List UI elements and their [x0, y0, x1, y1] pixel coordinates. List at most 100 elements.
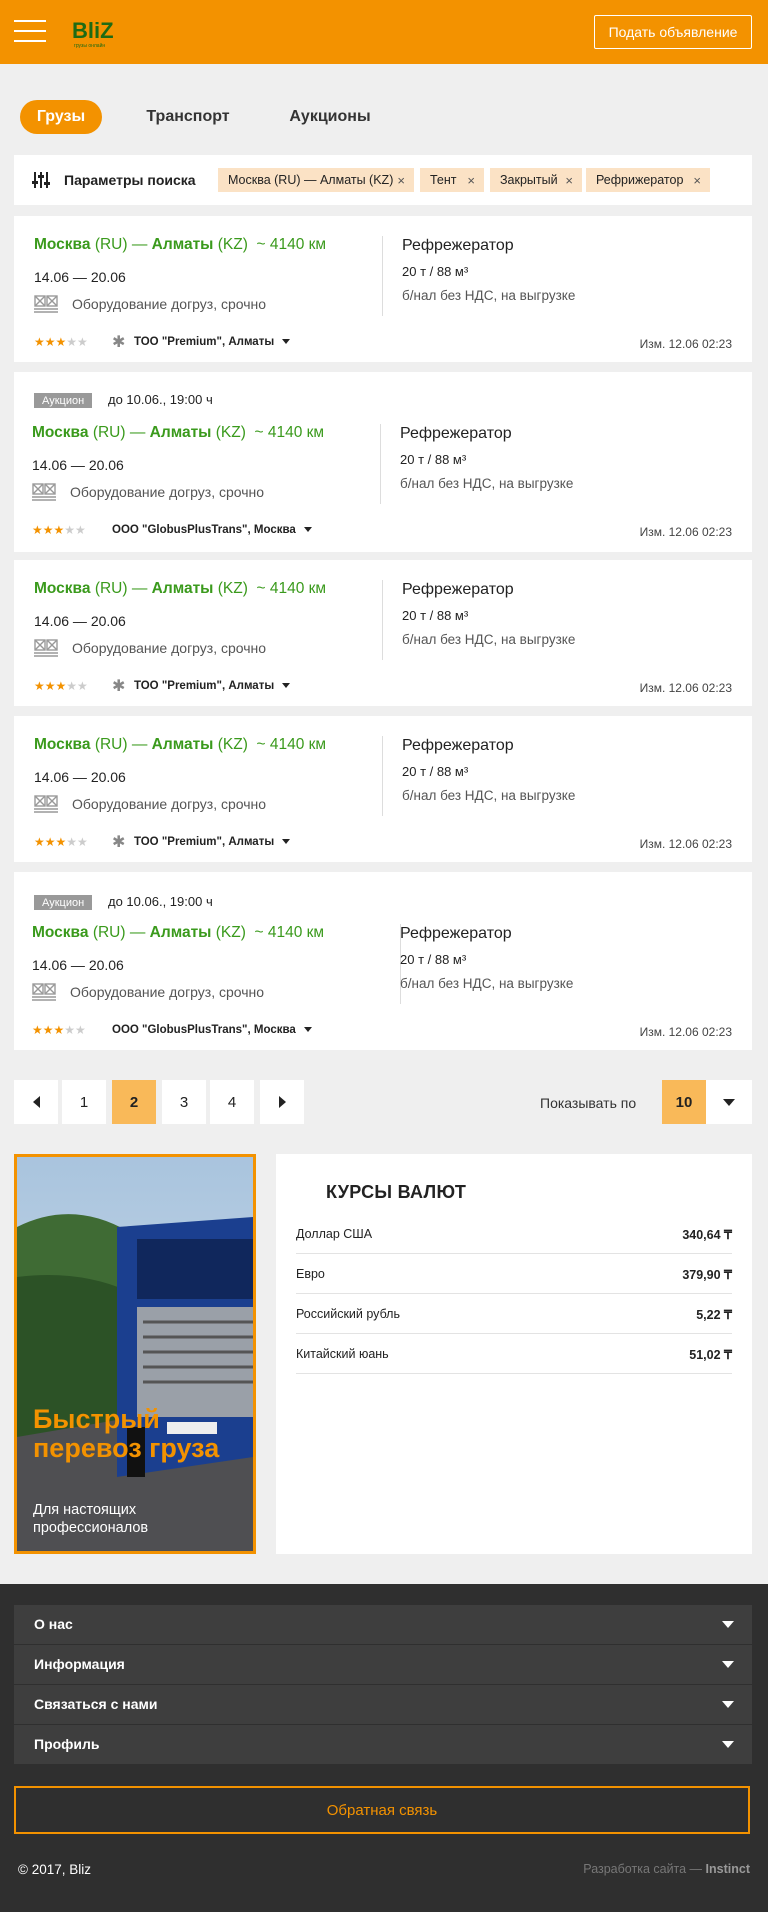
- currency-rates-widget: КУРСЫ ВАЛЮТ Доллар США 340,64 ₸ Евро 379…: [276, 1154, 752, 1554]
- caret-down-icon: [303, 527, 312, 533]
- pallet-icon: [34, 639, 58, 657]
- cargo-weight: 20 т / 88 м³: [400, 452, 467, 467]
- company-dropdown[interactable]: ТОО "Premium", Алматы: [134, 680, 291, 692]
- page-2-button[interactable]: 2: [112, 1080, 156, 1124]
- arrow-left-icon: [32, 1096, 40, 1108]
- equipment: Оборудование догруз, срочно: [34, 639, 266, 657]
- cargo-card[interactable]: Москва (RU) — Алматы (KZ) ~ 4140 км 14.0…: [14, 216, 752, 362]
- banner-title: Быстрый перевоз груза: [33, 1404, 220, 1463]
- currency-value: 51,02 ₸: [689, 1348, 732, 1362]
- company-dropdown[interactable]: ООО "GlobusPlusTrans", Москва: [112, 1024, 312, 1036]
- logo[interactable]: BliZ грузы онлайн: [70, 14, 126, 50]
- divider: [382, 236, 383, 316]
- page-size-dropdown[interactable]: [706, 1080, 752, 1124]
- auction-deadline: до 10.06., 19:00 ч: [108, 894, 213, 909]
- asterisk-icon: ✱: [112, 334, 126, 351]
- menu-icon[interactable]: [14, 20, 46, 42]
- search-params-label[interactable]: Параметры поиска: [64, 172, 196, 188]
- developer-credit[interactable]: Разработка сайта — Instinct: [583, 1862, 750, 1876]
- route[interactable]: Москва (RU) — Алматы (KZ) ~ 4140 км: [34, 736, 326, 754]
- route[interactable]: Москва (RU) — Алматы (KZ) ~ 4140 км: [32, 424, 324, 442]
- changed-date: Изм. 12.06 02:23: [639, 681, 732, 695]
- chevron-down-icon: [722, 1741, 734, 1748]
- pallet-icon: [32, 483, 56, 501]
- dates: 14.06 — 20.06: [34, 269, 126, 285]
- footer-accordion-about[interactable]: О нас: [14, 1605, 752, 1644]
- page-1-button[interactable]: 1: [62, 1080, 106, 1124]
- route[interactable]: Москва (RU) — Алматы (KZ) ~ 4140 км: [32, 924, 324, 942]
- pallet-icon: [34, 795, 58, 813]
- copyright: © 2017, Bliz: [18, 1862, 91, 1877]
- cargo-weight: 20 т / 88 м³: [402, 608, 469, 623]
- cargo-card[interactable]: Аукцион до 10.06., 19:00 ч Москва (RU) —…: [14, 872, 752, 1050]
- currency-name: Доллар США: [296, 1227, 373, 1241]
- rating-stars: ★★★★★: [32, 523, 86, 537]
- payment-terms: б/нал без НДС, на выгрузке: [402, 632, 576, 647]
- caret-down-icon: [282, 339, 291, 345]
- tab-cargo[interactable]: Грузы: [20, 100, 102, 134]
- divider: [382, 580, 383, 660]
- prev-page-button[interactable]: [14, 1080, 58, 1124]
- page-size-value[interactable]: 10: [662, 1080, 706, 1124]
- company-dropdown[interactable]: ТОО "Premium", Алматы: [134, 336, 291, 348]
- filter-sliders-icon[interactable]: [32, 171, 50, 189]
- page-size-label: Показывать по: [540, 1095, 637, 1111]
- svg-text:грузы онлайн: грузы онлайн: [74, 42, 105, 49]
- chevron-down-icon: [722, 1621, 734, 1628]
- company-dropdown[interactable]: ООО "GlobusPlusTrans", Москва: [112, 524, 312, 536]
- equipment: Оборудование догруз, срочно: [34, 295, 266, 313]
- chevron-down-icon: [722, 1661, 734, 1668]
- dates: 14.06 — 20.06: [34, 613, 126, 629]
- divider: [380, 424, 381, 504]
- cargo-card[interactable]: Москва (RU) — Алматы (KZ) ~ 4140 км 14.0…: [14, 716, 752, 862]
- arrow-right-icon: [278, 1096, 286, 1108]
- cargo-card[interactable]: Москва (RU) — Алматы (KZ) ~ 4140 км 14.0…: [14, 560, 752, 706]
- chip-label: Рефрижератор: [596, 173, 684, 187]
- auction-badge: Аукцион: [34, 895, 93, 910]
- cargo-type: Рефрежератор: [402, 737, 514, 754]
- next-page-button[interactable]: [260, 1080, 304, 1124]
- post-ad-button[interactable]: Подать объявление: [594, 15, 752, 49]
- currency-name: Евро: [296, 1267, 325, 1281]
- company-dropdown[interactable]: ТОО "Premium", Алматы: [134, 836, 291, 848]
- filter-chip-route[interactable]: Москва (RU) — Алматы (KZ) ×: [218, 168, 414, 192]
- rating-stars: ★★★★★: [32, 1023, 86, 1037]
- remove-icon[interactable]: ×: [397, 173, 405, 188]
- footer-accordion-profile[interactable]: Профиль: [14, 1725, 752, 1764]
- filter-chip-closed[interactable]: Закрытый ×: [490, 168, 582, 192]
- asterisk-icon: ✱: [112, 678, 126, 695]
- dates: 14.06 — 20.06: [32, 457, 124, 473]
- currency-value: 379,90 ₸: [682, 1268, 732, 1282]
- rate-row: Китайский юань 51,02 ₸: [296, 1334, 732, 1374]
- tab-transport[interactable]: Транспорт: [138, 100, 238, 134]
- filter-chip-tent[interactable]: Тент ×: [420, 168, 484, 192]
- feedback-button[interactable]: Обратная связь: [14, 1786, 750, 1834]
- currency-value: 340,64 ₸: [682, 1228, 732, 1242]
- footer-accordion-contact[interactable]: Связаться с нами: [14, 1685, 752, 1724]
- promo-banner[interactable]: Быстрый перевоз груза Для настоящих проф…: [14, 1154, 256, 1554]
- footer-accordion-info[interactable]: Информация: [14, 1645, 752, 1684]
- top-header: BliZ грузы онлайн Подать объявление: [0, 0, 768, 64]
- remove-icon[interactable]: ×: [565, 173, 573, 188]
- cargo-weight: 20 т / 88 м³: [402, 764, 469, 779]
- currency-value: 5,22 ₸: [696, 1308, 732, 1322]
- changed-date: Изм. 12.06 02:23: [639, 1025, 732, 1039]
- accordion-label: Связаться с нами: [34, 1696, 158, 1712]
- equipment: Оборудование догруз, срочно: [32, 483, 264, 501]
- route[interactable]: Москва (RU) — Алматы (KZ) ~ 4140 км: [34, 236, 326, 254]
- page-4-button[interactable]: 4: [210, 1080, 254, 1124]
- page-3-button[interactable]: 3: [162, 1080, 206, 1124]
- auction-deadline: до 10.06., 19:00 ч: [108, 392, 213, 407]
- filter-chip-reefer[interactable]: Рефрижератор ×: [586, 168, 710, 192]
- chip-label: Москва (RU) — Алматы (KZ): [228, 173, 394, 187]
- cargo-card[interactable]: Аукцион до 10.06., 19:00 ч Москва (RU) —…: [14, 372, 752, 552]
- payment-terms: б/нал без НДС, на выгрузке: [400, 476, 574, 491]
- tab-auctions[interactable]: Аукционы: [282, 100, 378, 134]
- caret-down-icon: [282, 839, 291, 845]
- accordion-label: Профиль: [34, 1736, 100, 1752]
- remove-icon[interactable]: ×: [467, 173, 475, 188]
- route[interactable]: Москва (RU) — Алматы (KZ) ~ 4140 км: [34, 580, 326, 598]
- changed-date: Изм. 12.06 02:23: [639, 525, 732, 539]
- cargo-type: Рефрежератор: [402, 237, 514, 254]
- remove-icon[interactable]: ×: [693, 173, 701, 188]
